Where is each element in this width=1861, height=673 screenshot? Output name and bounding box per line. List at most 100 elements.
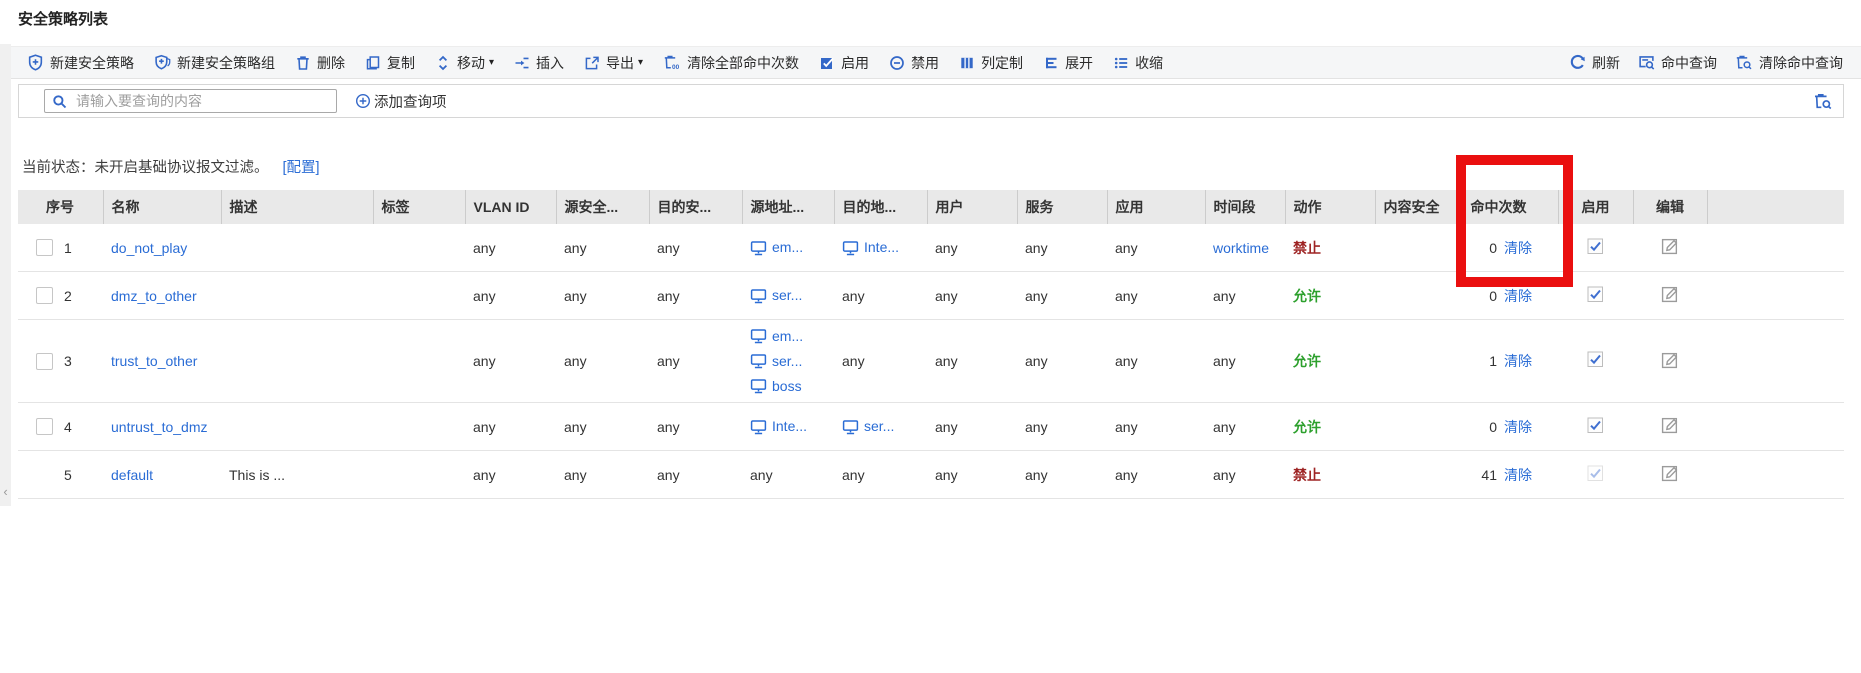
row-checkbox[interactable] [36,353,53,370]
checkbox-checked-icon [1587,286,1604,303]
col-content-security: 内容安全 [1375,190,1462,224]
action-label: 允许 [1293,288,1321,304]
edit-button[interactable] [1661,351,1679,369]
desc-label: This is ... [229,467,285,483]
vlan-label: any [473,467,496,483]
edit-button[interactable] [1661,416,1679,434]
edit-button[interactable] [1661,464,1679,482]
config-link[interactable]: [配置] [283,160,320,176]
new-policy-group-button[interactable]: 新建安全策略组 [154,53,275,73]
enable-checkbox[interactable] [1587,238,1604,255]
shield-plus-icon [27,54,44,71]
address-object[interactable]: Inte... [842,235,919,260]
col-desc: 描述 [221,190,373,224]
new-policy-button[interactable]: 新建安全策略 [27,53,134,73]
user-label: any [935,419,958,435]
col-app: 应用 [1107,190,1205,224]
clear-hit-query-button[interactable]: 清除命中查询 [1735,53,1843,73]
row-checkbox[interactable] [36,239,53,256]
service-label: any [1025,419,1048,435]
panel-collapse-handle[interactable]: ‹ [0,476,11,506]
search-icon [52,94,67,109]
clear-search-conditions-button[interactable] [1813,92,1833,111]
edit-pencil-icon [1661,464,1679,482]
table-row: 5 default This is ... any any any any an… [18,451,1844,499]
user-label: any [935,240,958,256]
dst-zone-label: any [657,240,680,256]
disable-button[interactable]: 禁用 [889,53,939,73]
collapse-button[interactable]: 收缩 [1113,53,1163,73]
seq-label: 1 [64,240,72,256]
address-object[interactable]: boss [750,374,826,399]
export-button[interactable]: 导出▾ [584,53,643,73]
host-icon [750,419,767,435]
clear-all-hits-button[interactable]: 00 清除全部命中次数 [663,53,799,73]
policy-name-link[interactable]: default [111,467,153,483]
row-checkbox[interactable] [36,418,53,435]
expand-button[interactable]: 展开 [1043,53,1093,73]
clear-hits-link[interactable]: 清除 [1504,419,1532,435]
enable-checkbox[interactable] [1587,417,1604,434]
policy-name-link[interactable]: trust_to_other [111,353,197,369]
toolbar: 新建安全策略 新建安全策略组 删除 复制 移动▾ 插入 导出▾ 00 清除全部命… [11,46,1861,79]
col-schedule: 时间段 [1205,190,1285,224]
table-header-row: 序号 名称 描述 标签 VLAN ID 源安全... 目的安... 源地址...… [18,190,1844,224]
checkbox-checked-icon [819,55,835,71]
edit-button[interactable] [1661,237,1679,255]
enable-checkbox[interactable] [1587,351,1604,368]
address-object[interactable]: em... [750,324,826,349]
trash-icon [295,55,311,71]
clear-hits-link[interactable]: 清除 [1504,467,1532,483]
clear-hits-link[interactable]: 清除 [1504,240,1532,256]
address-object[interactable]: ser... [750,349,826,374]
search-panel: 添加查询项 [18,84,1844,118]
service-label: any [1025,240,1048,256]
hit-query-button[interactable]: 命中查询 [1638,53,1717,73]
edit-button[interactable] [1661,285,1679,303]
enable-checkbox[interactable] [1587,286,1604,303]
schedule-link[interactable]: worktime [1213,240,1269,256]
table-row: 3 trust_to_other any any any em... ser..… [18,320,1844,403]
add-query-button[interactable]: 添加查询项 [355,91,447,112]
address-object[interactable]: ser... [842,414,919,439]
table-row: 1 do_not_play any any any em... Inte... … [18,224,1844,272]
policy-table: 序号 名称 描述 标签 VLAN ID 源安全... 目的安... 源地址...… [18,190,1844,499]
col-vlan-id: VLAN ID [465,190,556,224]
seq-label: 2 [64,288,72,304]
schedule-label: any [1213,467,1236,483]
address-object[interactable]: em... [750,235,826,260]
hit-count: 0 [1489,419,1497,435]
customize-columns-button[interactable]: 列定制 [959,53,1023,73]
enable-button[interactable]: 启用 [819,53,869,73]
address-label: Inte... [772,414,807,439]
minus-circle-icon [889,55,905,71]
hit-count: 41 [1481,467,1497,483]
action-label: 禁止 [1293,240,1321,256]
columns-icon [959,55,975,71]
policy-name-link[interactable]: dmz_to_other [111,288,197,304]
address-object[interactable]: Inte... [750,414,826,439]
insert-button[interactable]: 插入 [514,53,564,73]
panel-search-icon [1638,54,1655,71]
delete-button[interactable]: 删除 [295,53,345,73]
policy-name-link[interactable]: do_not_play [111,240,187,256]
host-icon [750,353,767,369]
schedule-label: any [1213,288,1236,304]
hit-count: 0 [1489,288,1497,304]
dst-addr-label: any [842,353,865,369]
trash-search-icon [1735,54,1753,71]
src-zone-label: any [564,419,587,435]
export-icon [584,55,600,71]
address-object[interactable]: ser... [750,283,826,308]
policy-name-link[interactable]: untrust_to_dmz [111,419,208,435]
copy-button[interactable]: 复制 [365,53,415,73]
search-input[interactable] [74,92,329,110]
move-button[interactable]: 移动▾ [435,53,494,73]
refresh-button[interactable]: 刷新 [1569,53,1620,73]
row-checkbox[interactable] [36,287,53,304]
col-filler [1707,190,1844,224]
clear-hits-link[interactable]: 清除 [1504,288,1532,304]
col-tag: 标签 [373,190,465,224]
status-prefix: 当前状态： [22,160,95,176]
clear-hits-link[interactable]: 清除 [1504,353,1532,369]
